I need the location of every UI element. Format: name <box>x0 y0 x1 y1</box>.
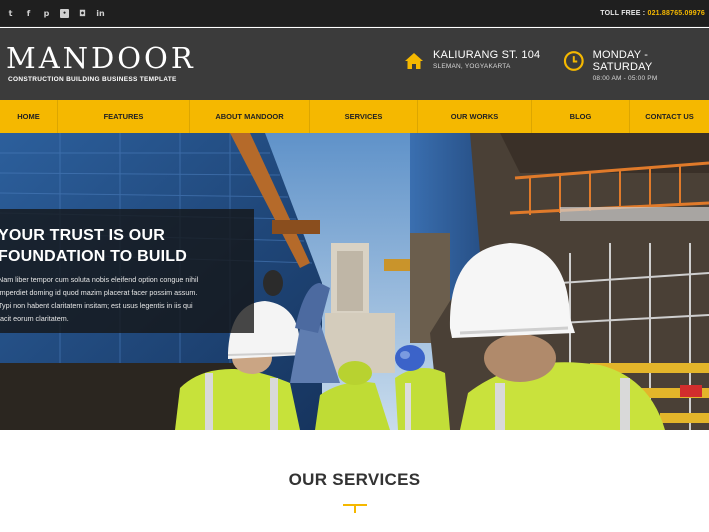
hero-body-line3: Typi non habent claritatem insitam; est … <box>0 301 193 310</box>
hero-title-line1: YOUR TRUST IS OUR <box>0 227 165 244</box>
nav-item-about[interactable]: ABOUT MANDOOR <box>190 100 310 133</box>
address-title: KALIURANG ST. 104 <box>433 49 541 61</box>
hours-sub: 08:00 AM - 05:00 PM <box>592 75 658 82</box>
hero-body: Nam liber tempor cum soluta nobis eleife… <box>0 273 243 325</box>
nav-item-features[interactable]: FEATURES <box>58 100 190 133</box>
nav-item-contact[interactable]: CONTACT US <box>630 100 709 133</box>
services-divider-tick <box>354 504 356 513</box>
home-icon <box>405 53 423 69</box>
site-header: MANDOOR CONSTRUCTION BUILDING BUSINESS T… <box>0 28 709 100</box>
nav-item-home[interactable]: HOME <box>0 100 58 133</box>
toll-free-number[interactable]: 021.88765.09976 <box>648 10 706 17</box>
top-bar: t f p • ◘ in TOLL FREE : 021.88765.09976 <box>0 0 709 27</box>
nav-item-services[interactable]: SERVICES <box>310 100 418 133</box>
services-heading: OUR SERVICES <box>288 470 421 489</box>
hero-title: YOUR TRUST IS OUR FOUNDATION TO BUILD <box>0 225 248 267</box>
clock-icon <box>563 51 584 71</box>
pinterest-icon[interactable]: p <box>42 9 51 18</box>
hero-banner: YOUR TRUST IS OUR FOUNDATION TO BUILD Na… <box>0 133 709 430</box>
social-links: t f p • ◘ in <box>6 0 105 27</box>
facebook-icon[interactable]: f <box>24 9 33 18</box>
hero-body-line1: Nam liber tempor cum soluta nobis eleife… <box>0 275 199 284</box>
nav-item-blog[interactable]: BLOG <box>532 100 630 133</box>
flickr-icon[interactable]: • <box>60 9 69 18</box>
hero-body-line2: imperdiet doming id quod mazim placerat … <box>0 288 198 297</box>
hours-block: MONDAY - SATURDAY 08:00 AM - 05:00 PM <box>563 49 709 82</box>
address-block: KALIURANG ST. 104 SLEMAN, YOGYAKARTA <box>403 49 540 72</box>
site-logo[interactable]: MANDOOR <box>6 41 196 75</box>
hero-title-line2: FOUNDATION TO BUILD <box>0 248 187 265</box>
main-nav: HOME FEATURES ABOUT MANDOOR SERVICES OUR… <box>0 100 709 133</box>
instagram-icon[interactable]: ◘ <box>78 9 87 18</box>
toll-free-label: TOLL FREE : <box>600 10 646 17</box>
nav-item-our-works[interactable]: OUR WORKS <box>418 100 532 133</box>
hours-title: MONDAY - SATURDAY <box>592 49 653 73</box>
twitter-icon[interactable]: t <box>6 9 15 18</box>
address-sub: SLEMAN, YOGYAKARTA <box>433 63 511 70</box>
toll-free: TOLL FREE : 021.88765.09976 <box>600 0 705 27</box>
hero-body-line4: facit eorum claritatem. <box>0 314 69 323</box>
linkedin-icon[interactable]: in <box>96 9 105 18</box>
hero-caption: YOUR TRUST IS OUR FOUNDATION TO BUILD Na… <box>0 209 254 333</box>
site-tagline: CONSTRUCTION BUILDING BUSINESS TEMPLATE <box>8 76 177 83</box>
